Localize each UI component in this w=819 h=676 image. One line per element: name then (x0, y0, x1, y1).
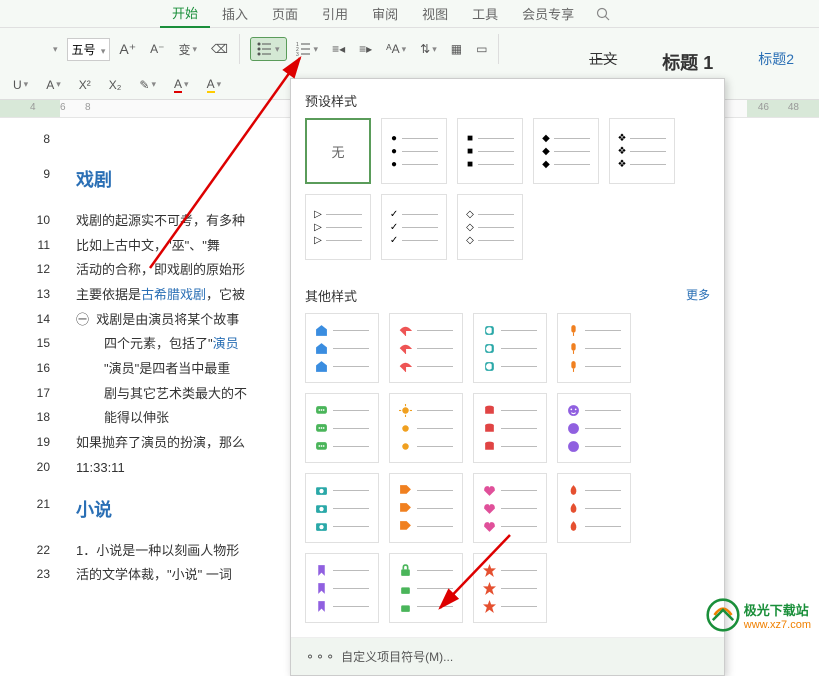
shading-icon[interactable]: ▭ (471, 39, 492, 59)
bullet-moon-icon[interactable] (473, 313, 547, 383)
ruler-tick: 4 (30, 102, 36, 113)
line-number: 13 (20, 283, 50, 308)
ruler-tick: 46 (758, 102, 769, 113)
watermark-url: www.xz7.com (744, 619, 811, 631)
bullet-chat-icon[interactable] (305, 393, 379, 463)
bullet-list-button[interactable]: ▾ (250, 37, 287, 61)
bg-color-icon[interactable]: A▾ (202, 74, 227, 96)
bullet-bookmark-icon[interactable] (305, 553, 379, 623)
line-number: 17 (20, 382, 50, 407)
font-color-icon[interactable]: A▾ (169, 74, 194, 96)
svg-text:3: 3 (296, 52, 299, 56)
line-number: 21 (20, 493, 50, 527)
line-spacing-icon[interactable]: ⇅▾ (415, 39, 442, 59)
decrease-indent-icon[interactable]: ≡◂ (327, 39, 350, 59)
bullet-home-icon[interactable] (305, 313, 379, 383)
bullet-square[interactable]: ■ ■ ■ (457, 118, 523, 184)
watermark: 极光下载站 www.xz7.com (706, 598, 811, 632)
bullet-check[interactable]: ✓ ✓ ✓ (381, 194, 447, 260)
increase-indent-icon[interactable]: ≡▸ (354, 39, 377, 59)
line-number: 10 (20, 209, 50, 234)
phonetic-icon[interactable]: 变▾ (174, 38, 203, 61)
bullet-battery-icon[interactable] (473, 393, 547, 463)
bullet-flame-icon[interactable] (557, 473, 631, 543)
text-effects-icon[interactable]: ᴬA▾ (381, 39, 411, 59)
bullet-umbrella-icon[interactable] (389, 313, 463, 383)
bullet-triangle[interactable]: ▷ ▷ ▷ (305, 194, 371, 260)
more-dots-icon: ⚬⚬⚬ (305, 650, 335, 664)
subscript-icon[interactable]: X₂ (104, 75, 127, 95)
line-number: 23 (20, 563, 50, 588)
undo-dropdown-icon[interactable]: ▾ (46, 41, 63, 58)
bullet-smile-icon[interactable] (557, 393, 631, 463)
number-list-icon[interactable]: 123▾ (291, 39, 324, 59)
line-number: 15 (20, 332, 50, 357)
line-number: 20 (20, 456, 50, 481)
line-number: 14 (20, 308, 50, 333)
style-heading2[interactable]: 标题2 (743, 40, 809, 84)
tab-reference[interactable]: 引用 (310, 0, 360, 27)
bullet-heart-icon[interactable] (473, 473, 547, 543)
bullet-dropdown-panel: 预设样式 无 ● ● ● ■ ■ ■ ◆ ◆ ◆ ❖ ❖ ❖ ▷ ▷ ▷ ✓ (290, 78, 725, 676)
tab-member[interactable]: 会员专享 (510, 0, 586, 27)
custom-bullet-button[interactable]: ⚬⚬⚬ 自定义项目符号(M)... (291, 637, 724, 675)
bullet-star-icon[interactable] (473, 553, 547, 623)
border-icon[interactable]: ▦ (446, 39, 467, 59)
search-icon[interactable] (596, 7, 610, 21)
bullet-mic-icon[interactable] (557, 313, 631, 383)
watermark-logo-icon (706, 598, 740, 632)
line-number: 9 (20, 163, 50, 197)
preset-grid: 无 ● ● ● ■ ■ ■ ◆ ◆ ◆ ❖ ❖ ❖ ▷ ▷ ▷ ✓ ✓ ✓ (291, 118, 724, 274)
line-number: 19 (20, 431, 50, 456)
bullet-diamond-outline[interactable]: ◇ ◇ ◇ (457, 194, 523, 260)
menu-tabs: 开始 插入 页面 引用 审阅 视图 工具 会员专享 (0, 0, 819, 28)
tab-start[interactable]: 开始 (160, 0, 210, 28)
underline-icon[interactable]: U▾ (8, 75, 33, 95)
line-number: 22 (20, 539, 50, 564)
ruler-tick: 6 (60, 102, 66, 113)
clear-format-icon[interactable]: ⌫ (206, 39, 233, 59)
line-number: 12 (20, 258, 50, 283)
font-size-select[interactable]: 五号 ▾ (67, 38, 111, 61)
line-number: 11 (20, 234, 50, 259)
bullet-none[interactable]: 无 (305, 118, 371, 184)
ruler-tick: 48 (788, 102, 799, 113)
line-number: 8 (20, 128, 50, 151)
tab-review[interactable]: 审阅 (360, 0, 410, 27)
bullet-diamond-mixed[interactable]: ❖ ❖ ❖ (609, 118, 675, 184)
tab-page[interactable]: 页面 (260, 0, 310, 27)
bullet-camera-icon[interactable] (305, 473, 379, 543)
tab-view[interactable]: 视图 (410, 0, 460, 27)
highlight-icon[interactable]: ✎▾ (134, 75, 161, 95)
superscript-icon[interactable]: X² (74, 75, 96, 95)
other-section-title: 其他样式 更多 (291, 274, 724, 313)
more-link[interactable]: 更多 (686, 286, 710, 305)
bullet-lock-icon[interactable] (389, 553, 463, 623)
line-number: 18 (20, 406, 50, 431)
tab-tools[interactable]: 工具 (460, 0, 510, 27)
bullet-disc[interactable]: ● ● ● (381, 118, 447, 184)
bullet-sun-icon[interactable] (389, 393, 463, 463)
tab-insert[interactable]: 插入 (210, 0, 260, 27)
line-number: 16 (20, 357, 50, 382)
ruler-tick: 8 (85, 102, 91, 113)
bullet-tag-icon[interactable] (389, 473, 463, 543)
increase-font-icon[interactable]: A⁺ (114, 38, 141, 61)
other-grid (291, 313, 724, 637)
strikethrough-icon[interactable]: A▾ (41, 75, 66, 95)
bullet-diamond-filled[interactable]: ◆ ◆ ◆ (533, 118, 599, 184)
decrease-font-icon[interactable]: A⁻ (145, 39, 169, 59)
preset-section-title: 预设样式 (291, 79, 724, 118)
watermark-name: 极光下载站 (744, 600, 811, 619)
